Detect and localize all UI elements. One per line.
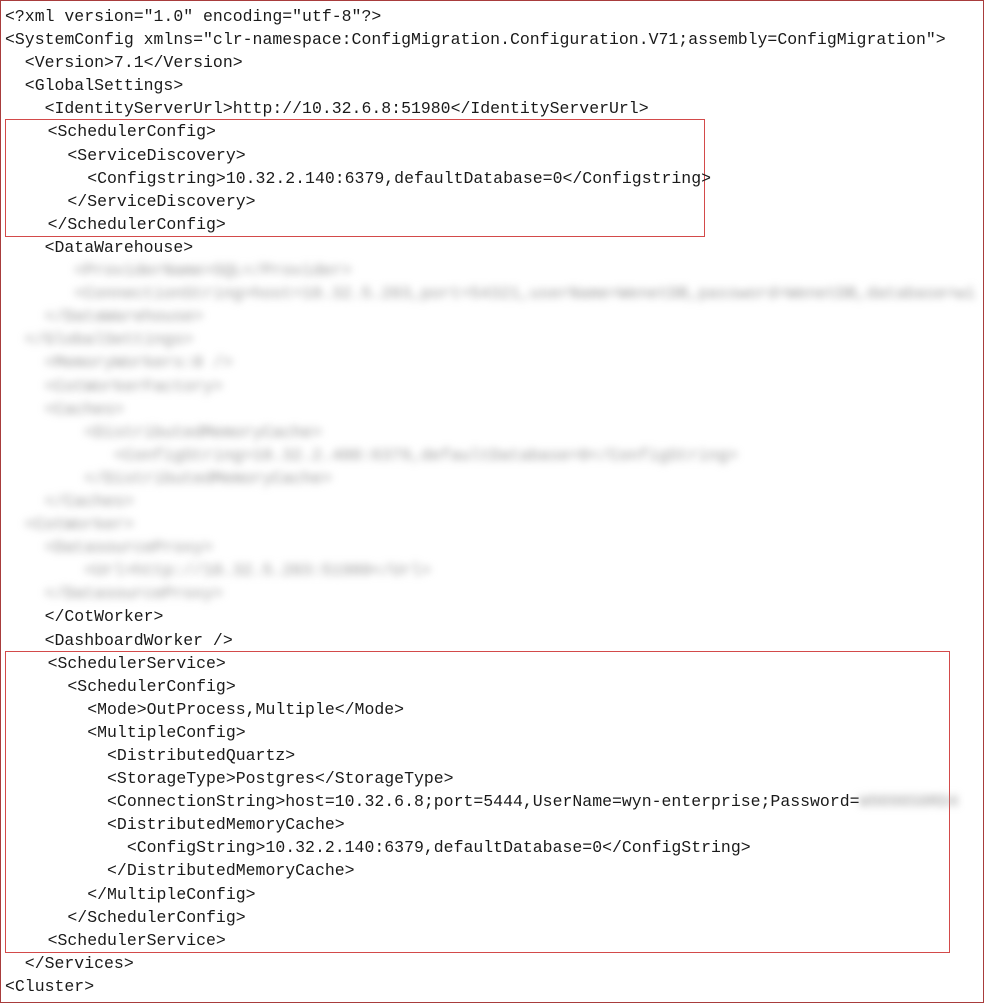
highlight-box-scheduler-config: <SchedulerConfig> <ServiceDiscovery> <Co… <box>5 119 705 236</box>
dashboard-worker: <DashboardWorker /> <box>5 629 979 652</box>
distributed-memory-cache-open: <DistributedMemoryCache> <box>8 813 947 836</box>
blurred-line: <ConfigString>10.32.2.400:6379,defaultDa… <box>5 444 979 467</box>
configstring-line: <Configstring>10.32.2.140:6379,defaultDa… <box>8 167 702 190</box>
blurred-line: <MemoryWorkers:0 /> <box>5 351 979 374</box>
blurred-line: <CotWorkerFactory> <box>5 375 979 398</box>
scheduler-config-open-2: <SchedulerConfig> <box>8 675 947 698</box>
scheduler-config-close-2: </SchedulerConfig> <box>8 906 947 929</box>
blurred-line: </DatasourceProxy> <box>5 582 979 605</box>
blurred-line: <Caches> <box>5 398 979 421</box>
blurred-line: <DistributedMemoryCache> <box>5 421 979 444</box>
data-warehouse-open: <DataWarehouse> <box>5 236 979 259</box>
config-string-line: <ConfigString>10.32.2.140:6379,defaultDa… <box>8 836 947 859</box>
multiple-config-open: <MultipleConfig> <box>8 721 947 744</box>
identity-server-url: <IdentityServerUrl>http://10.32.6.8:5198… <box>5 97 979 120</box>
xml-declaration: <?xml version="1.0" encoding="utf-8"?> <box>5 5 979 28</box>
system-config-open: <SystemConfig xmlns="clr-namespace:Confi… <box>5 28 979 51</box>
connection-string-blurred: W9090S0RD4 <box>860 792 959 811</box>
blurred-line: </GlobalSettings> <box>5 328 979 351</box>
scheduler-config-open: <SchedulerConfig> <box>8 120 702 143</box>
blurred-line: <Url>http://10.32.5.203:51980</Url> <box>5 559 979 582</box>
blurred-line: <ConnectionString>host=10.32.5.203,port=… <box>5 282 979 305</box>
blurred-line: <ProviderName>SQL</Provider> <box>5 259 979 282</box>
scheduler-config-close: </SchedulerConfig> <box>8 213 702 236</box>
service-discovery-open: <ServiceDiscovery> <box>8 144 702 167</box>
mode-line: <Mode>OutProcess,Multiple</Mode> <box>8 698 947 721</box>
version-line: <Version>7.1</Version> <box>5 51 979 74</box>
scheduler-service-close: <SchedulerService> <box>8 929 947 952</box>
cluster-open: <Cluster> <box>5 975 979 998</box>
storage-type: <StorageType>Postgres</StorageType> <box>8 767 947 790</box>
highlight-box-scheduler-service: <SchedulerService> <SchedulerConfig> <Mo… <box>5 651 950 953</box>
multiple-config-close: </MultipleConfig> <box>8 883 947 906</box>
cot-worker-close: </CotWorker> <box>5 605 979 628</box>
global-settings-open: <GlobalSettings> <box>5 74 979 97</box>
xml-document: <?xml version="1.0" encoding="utf-8"?> <… <box>0 0 984 1003</box>
blurred-line: </DistributedMemoryCache> <box>5 467 979 490</box>
blurred-line: <CotWorker> <box>5 513 979 536</box>
blurred-line: <DatasourceProxy> <box>5 536 979 559</box>
scheduler-service-open: <SchedulerService> <box>8 652 947 675</box>
distributed-memory-cache-close: </DistributedMemoryCache> <box>8 859 947 882</box>
blurred-line: </DataWarehouse> <box>5 305 979 328</box>
service-discovery-close: </ServiceDiscovery> <box>8 190 702 213</box>
distributed-quartz: <DistributedQuartz> <box>8 744 947 767</box>
services-close: </Services> <box>5 952 979 975</box>
blurred-line: </Caches> <box>5 490 979 513</box>
connection-string-prefix: <ConnectionString>host=10.32.6.8;port=54… <box>8 792 860 811</box>
connection-string-line: <ConnectionString>host=10.32.6.8;port=54… <box>8 790 947 813</box>
